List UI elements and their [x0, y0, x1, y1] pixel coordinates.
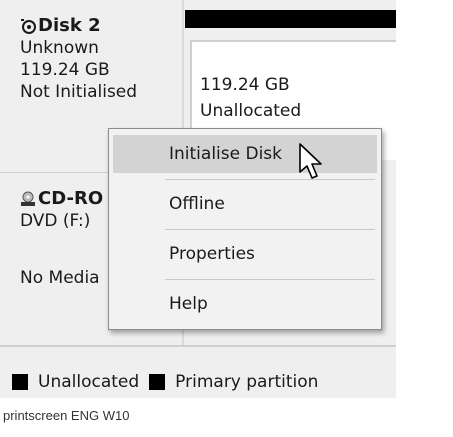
legend: Unallocated Primary partition: [12, 372, 318, 392]
mouse-cursor-icon: [299, 143, 322, 179]
volume-size: 119.24 GB: [200, 75, 290, 95]
cdrom-media: No Media: [20, 268, 100, 288]
cdrom-drive: DVD (F:): [20, 211, 91, 231]
context-menu: Initialise Disk Offline Properties Help: [108, 128, 382, 330]
volume-header-bar: [185, 10, 396, 28]
disk-2-status: Not Initialised: [20, 82, 138, 102]
cdrom-title-row: CD-RO: [20, 188, 103, 210]
disk-2-type: Unknown: [20, 38, 99, 58]
disk-icon: [21, 19, 36, 34]
disk-2-title: Disk 2: [38, 15, 101, 36]
disk-2-title-row: Disk 2: [20, 15, 137, 37]
disk-2-info[interactable]: Disk 2 Unknown 119.24 GB Not Initialised: [20, 15, 137, 103]
legend-primary-label: Primary partition: [175, 372, 319, 392]
cdrom-info[interactable]: CD-RO DVD (F:): [20, 188, 103, 232]
volume-info: 119.24 GB Unallocated: [200, 72, 301, 124]
cd-drive-icon: [21, 191, 35, 206]
unallocated-swatch: [12, 374, 28, 390]
menu-separator: [165, 279, 375, 280]
menu-separator: [165, 179, 375, 180]
menu-item-properties[interactable]: Properties: [113, 235, 377, 273]
disk-management-panel: Disk 2 Unknown 119.24 GB Not Initialised…: [0, 0, 396, 398]
volume-status: Unallocated: [200, 101, 302, 121]
legend-divider: [0, 345, 396, 347]
disk-2-size: 119.24 GB: [20, 60, 110, 80]
cdrom-title: CD-RO: [38, 188, 104, 209]
menu-item-help[interactable]: Help: [113, 285, 377, 323]
legend-unallocated-label: Unallocated: [38, 372, 140, 392]
menu-separator: [165, 229, 375, 230]
menu-item-offline[interactable]: Offline: [113, 185, 377, 223]
menu-item-initialise-disk[interactable]: Initialise Disk: [113, 135, 377, 173]
primary-partition-swatch: [149, 374, 166, 390]
caption: printscreen ENG W10: [3, 408, 130, 423]
